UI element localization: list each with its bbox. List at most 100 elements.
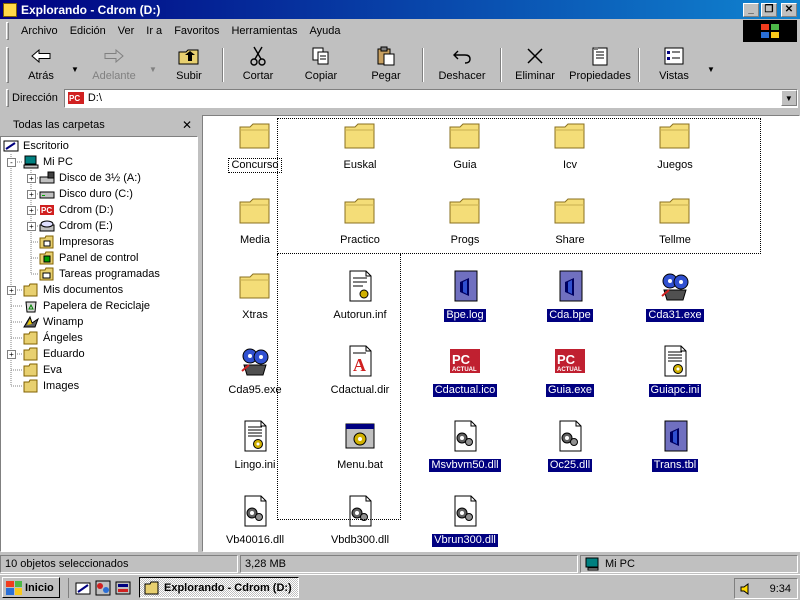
file-item-guiapc-ini[interactable]: Guiapc.ini [623, 345, 727, 415]
up-button[interactable]: Subir [159, 44, 219, 86]
file-item-guia-exe[interactable]: PC ACTUAL Guia.exe [518, 345, 622, 415]
tree-item-label: Cdrom (D:) [59, 204, 114, 216]
expand-icon[interactable]: + [27, 222, 36, 231]
tree-item-angeles[interactable]: Ángeles [23, 330, 83, 346]
file-item-oc25-dll[interactable]: Oc25.dll [518, 420, 622, 490]
file-item-share[interactable]: Share [518, 195, 622, 265]
restore-button[interactable]: ❐ [761, 2, 777, 17]
channel-icon[interactable] [115, 580, 131, 596]
file-item-cda-bpe[interactable]: Cda.bpe [518, 270, 622, 340]
start-button[interactable]: Inicio [2, 577, 60, 598]
file-item-vbdb300-dll[interactable]: Vbdb300.dll [308, 495, 412, 551]
file-item-lingo-ini[interactable]: Lingo.ini [203, 420, 307, 490]
file-item-cda31-exe[interactable]: Cda31.exe [623, 270, 727, 340]
tree-item-eduardo[interactable]: Eduardo [23, 346, 85, 362]
tree-item-mis-documentos[interactable]: Mis documentos [23, 282, 123, 298]
file-name: Oc25.dll [547, 459, 593, 472]
back-button[interactable]: Atrás [13, 44, 69, 86]
collapse-icon[interactable]: - [7, 158, 16, 167]
file-item-xtras[interactable]: Xtras [203, 270, 307, 340]
views-button[interactable]: Vistas [643, 44, 705, 86]
expand-icon[interactable]: + [27, 206, 36, 215]
file-item-cdactual-dir[interactable]: A Cdactual.dir [308, 345, 412, 415]
properties-button[interactable]: Propiedades [565, 44, 635, 86]
file-item-cda95-exe[interactable]: Cda95.exe [203, 345, 307, 415]
menu-archivo[interactable]: Archivo [15, 25, 64, 37]
show-desktop-icon[interactable] [75, 580, 91, 596]
address-input[interactable]: PC D:\ ▼ [63, 88, 798, 108]
expand-icon[interactable]: + [7, 350, 16, 359]
tree-item-disco-de-3-a[interactable]: Disco de 3½ (A:) [39, 170, 141, 186]
expand-icon[interactable]: + [27, 174, 36, 183]
menu-ver[interactable]: Ver [112, 25, 141, 37]
address-grip[interactable] [6, 89, 9, 107]
forward-button[interactable]: Adelante [81, 44, 147, 86]
file-item-concurso[interactable]: Concurso [203, 120, 307, 190]
views-dropdown[interactable]: ▼ [705, 44, 717, 86]
file-item-euskal[interactable]: Euskal [308, 120, 412, 190]
file-item-tellme[interactable]: Tellme [623, 195, 727, 265]
file-item-msvbvm50-dll[interactable]: Msvbvm50.dll [413, 420, 517, 490]
undo-button[interactable]: Deshacer [427, 44, 497, 86]
tree-item-eva[interactable]: Eva [23, 362, 62, 378]
tree-item-label: Mis documentos [43, 284, 124, 296]
expand-icon[interactable]: + [27, 190, 36, 199]
back-dropdown[interactable]: ▼ [69, 44, 81, 86]
folder-icon [23, 379, 39, 393]
file-item-autorun-inf[interactable]: Autorun.inf [308, 270, 412, 340]
menu-herramientas[interactable]: Herramientas [225, 25, 303, 37]
dll-icon [449, 420, 481, 452]
start-label: Inicio [25, 581, 54, 594]
file-item-vbrun300-dll[interactable]: Vbrun300.dll [413, 495, 517, 551]
file-item-practico[interactable]: Practico [308, 195, 412, 265]
file-item-juegos[interactable]: Juegos [623, 120, 727, 190]
close-tree-icon[interactable]: ✕ [182, 118, 192, 132]
file-item-trans-tbl[interactable]: Trans.tbl [623, 420, 727, 490]
menu-grip[interactable] [6, 22, 9, 40]
tree-item-impresoras[interactable]: Impresoras [39, 234, 114, 250]
folder-tree: Escritorio - Mi PC + Disco de 3½ (A:) + Disco … [0, 136, 198, 552]
address-bar: Dirección PC D:\ ▼ [0, 87, 800, 109]
copy-button[interactable]: Copiar [289, 44, 353, 86]
tree-item-mi-pc[interactable]: Mi PC [23, 154, 73, 170]
tree-item-escritorio[interactable]: Escritorio [3, 138, 69, 154]
tree-item-panel-de-control[interactable]: Panel de control [39, 250, 139, 266]
folder-tree-panel: Todas las carpetas ✕ Escritorio - Mi PC + Di… [0, 115, 198, 552]
menu-ir-a[interactable]: Ir a [140, 25, 168, 37]
taskbar-task-label: Explorando - Cdrom (D:) [164, 581, 292, 594]
menu-ayuda[interactable]: Ayuda [303, 25, 346, 37]
file-item-vb40016-dll[interactable]: Vb40016.dll [203, 495, 307, 551]
file-item-menu-bat[interactable]: Menu.bat [308, 420, 412, 490]
file-item-bpe-log[interactable]: Bpe.log [413, 270, 517, 340]
clock[interactable]: 9:34 [770, 583, 791, 595]
file-name: Xtras [242, 309, 268, 321]
media-icon[interactable] [95, 580, 111, 596]
tree-item-tareas-programadas[interactable]: Tareas programadas [39, 266, 160, 282]
tree-item-cdrom-e[interactable]: Cdrom (E:) [39, 218, 113, 234]
cut-button[interactable]: Cortar [227, 44, 289, 86]
address-dropdown-button[interactable]: ▼ [780, 90, 797, 106]
paste-button[interactable]: Pegar [353, 44, 419, 86]
toolbar-grip[interactable] [6, 47, 9, 83]
menu-edicion[interactable]: Edición [64, 25, 112, 37]
delete-button[interactable]: Eliminar [505, 44, 565, 86]
file-item-guia[interactable]: Guia [413, 120, 517, 190]
expand-icon[interactable]: + [7, 286, 16, 295]
tree-item-images[interactable]: Images [23, 378, 79, 394]
taskbar-explorer-button[interactable]: Explorando - Cdrom (D:) [139, 577, 299, 598]
close-button[interactable]: ✕ [781, 2, 797, 17]
file-item-media[interactable]: Media [203, 195, 307, 265]
speaker-icon[interactable] [739, 582, 753, 596]
file-item-progs[interactable]: Progs [413, 195, 517, 265]
file-item-cdactual-ico[interactable]: PC ACTUAL Cdactual.ico [413, 345, 517, 415]
tree-item-winamp[interactable]: Winamp [23, 314, 83, 330]
forward-dropdown[interactable]: ▼ [147, 44, 159, 86]
tree-item-papelera-de-reciclaje[interactable]: Papelera de Reciclaje [23, 298, 150, 314]
tree-item-label: Papelera de Reciclaje [43, 300, 151, 312]
menu-favoritos[interactable]: Favoritos [168, 25, 225, 37]
file-item-icv[interactable]: Icv [518, 120, 622, 190]
tree-item-cdrom-d[interactable]: PC Cdrom (D:) [39, 202, 113, 218]
tree-item-disco-duro-c[interactable]: Disco duro (C:) [39, 186, 133, 202]
clipboard-icon [375, 46, 397, 66]
minimize-button[interactable]: _ [743, 2, 759, 17]
